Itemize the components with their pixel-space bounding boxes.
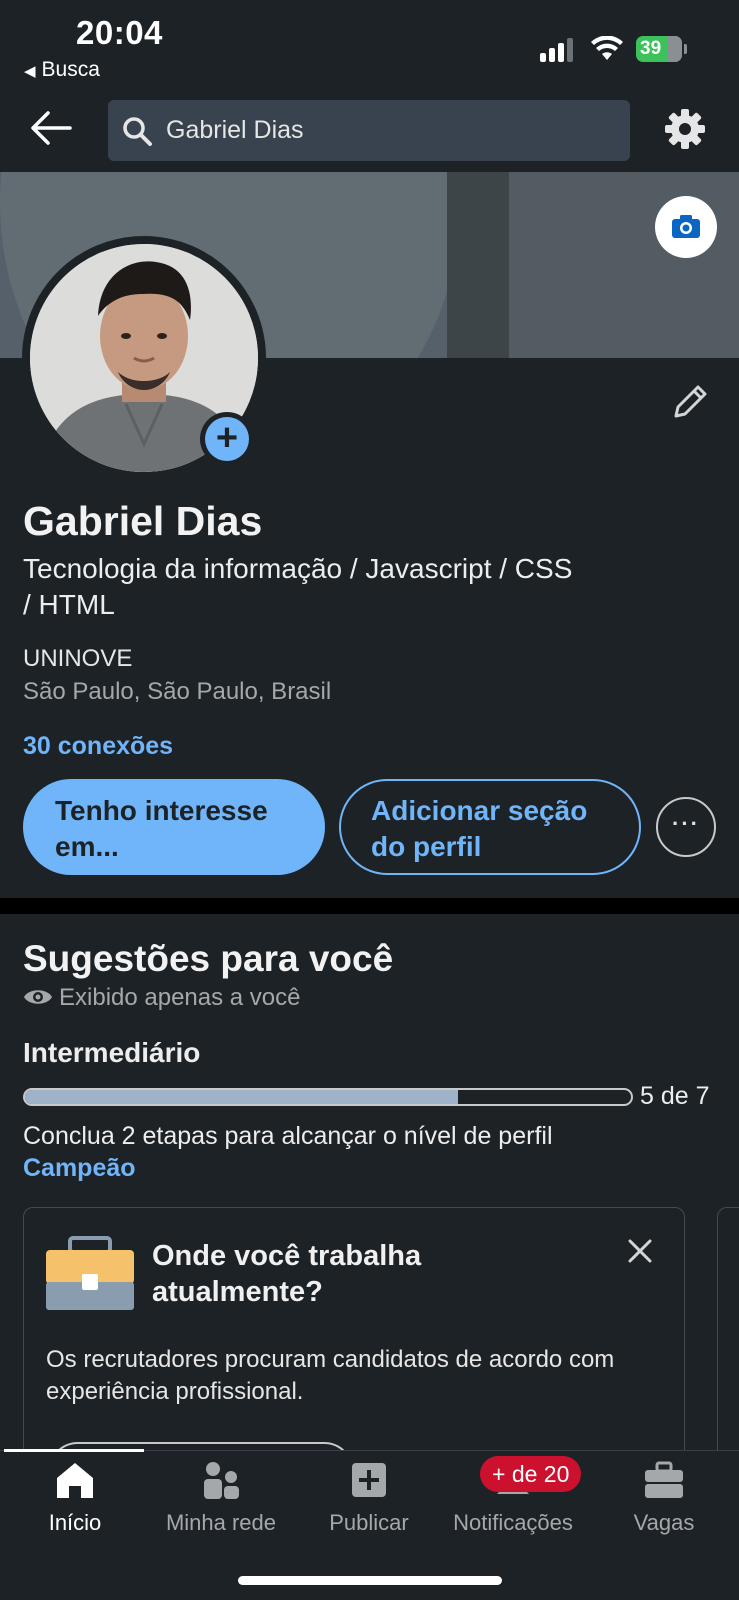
add-photo-button[interactable]: + — [200, 412, 254, 466]
nav-jobs[interactable]: Vagas — [589, 1460, 739, 1540]
briefcase-illustration-icon — [46, 1236, 134, 1310]
connections-link[interactable]: 30 conexões — [23, 732, 173, 761]
close-icon[interactable] — [625, 1236, 655, 1266]
status-time: 20:04 — [76, 14, 163, 51]
back-triangle-icon: ◀ — [24, 63, 36, 80]
back-to-app-link[interactable]: ◀ Busca — [24, 58, 100, 82]
nav-notifications-label: Notificações — [453, 1510, 573, 1535]
notifications-badge: + de 20 — [480, 1456, 582, 1492]
wifi-icon — [591, 36, 623, 60]
search-icon — [123, 117, 152, 146]
suggestions-title: Sugestões para você — [23, 938, 394, 979]
active-tab-indicator — [4, 1449, 144, 1452]
profile-name: Gabriel Dias — [23, 498, 263, 544]
nav-network[interactable]: Minha rede — [146, 1460, 296, 1540]
network-icon — [204, 1462, 239, 1499]
plus-icon: + — [205, 417, 249, 461]
home-icon — [57, 1463, 93, 1498]
search-input[interactable]: Gabriel Dias — [108, 100, 630, 161]
cellular-signal-icon — [540, 38, 578, 62]
profile-level: Intermediário — [23, 1037, 201, 1068]
nav-jobs-label: Vagas — [633, 1510, 695, 1535]
profile-headline: Tecnologia da informação / Javascript / … — [23, 553, 573, 620]
visibility-label: Exibido apenas a você — [59, 984, 301, 1011]
eye-icon — [24, 990, 52, 1004]
battery-icon: 39 — [636, 36, 687, 62]
target-level-link[interactable]: Campeão — [23, 1154, 136, 1183]
section-divider — [0, 898, 739, 914]
status-bar: 20:04 ◀ Busca 39 — [0, 0, 739, 92]
profile-strength-bar — [23, 1088, 633, 1106]
battery-level: 39 — [640, 38, 662, 59]
top-header: Gabriel Dias — [0, 92, 739, 172]
progress-label: 5 de 7 — [640, 1082, 710, 1110]
back-app-label: Busca — [41, 58, 100, 81]
card-description: Os recrutadores procuram candidatos de a… — [46, 1346, 615, 1405]
edit-cover-button[interactable] — [655, 196, 717, 258]
nav-home[interactable]: Início — [0, 1460, 150, 1540]
briefcase-icon — [645, 1461, 683, 1498]
search-value: Gabriel Dias — [166, 116, 304, 144]
nav-post[interactable]: Publicar — [294, 1460, 444, 1540]
gear-icon[interactable] — [664, 108, 706, 150]
post-icon — [352, 1463, 386, 1497]
nav-home-label: Início — [48, 1510, 102, 1535]
add-section-button[interactable]: Adicionar seção do perfil — [339, 779, 641, 875]
nav-post-label: Publicar — [329, 1510, 409, 1535]
suggestions-visibility: Exibido apenas a você — [23, 984, 301, 1012]
profile-strength-fill — [25, 1090, 458, 1104]
nav-network-label: Minha rede — [165, 1510, 277, 1535]
camera-icon — [672, 215, 700, 238]
home-indicator[interactable] — [238, 1576, 502, 1585]
profile-school: UNINOVE — [23, 645, 133, 672]
card-title: Onde você trabalha atualmente? — [152, 1240, 422, 1308]
back-arrow-icon[interactable] — [26, 106, 78, 150]
profile-location: São Paulo, São Paulo, Brasil — [23, 678, 332, 705]
pencil-icon[interactable] — [668, 380, 712, 424]
open-to-button[interactable]: Tenho interesse em... — [23, 779, 325, 875]
steps-text: Conclua 2 etapas para alcançar o nível d… — [23, 1122, 553, 1150]
more-options-button[interactable]: ··· — [656, 797, 716, 857]
